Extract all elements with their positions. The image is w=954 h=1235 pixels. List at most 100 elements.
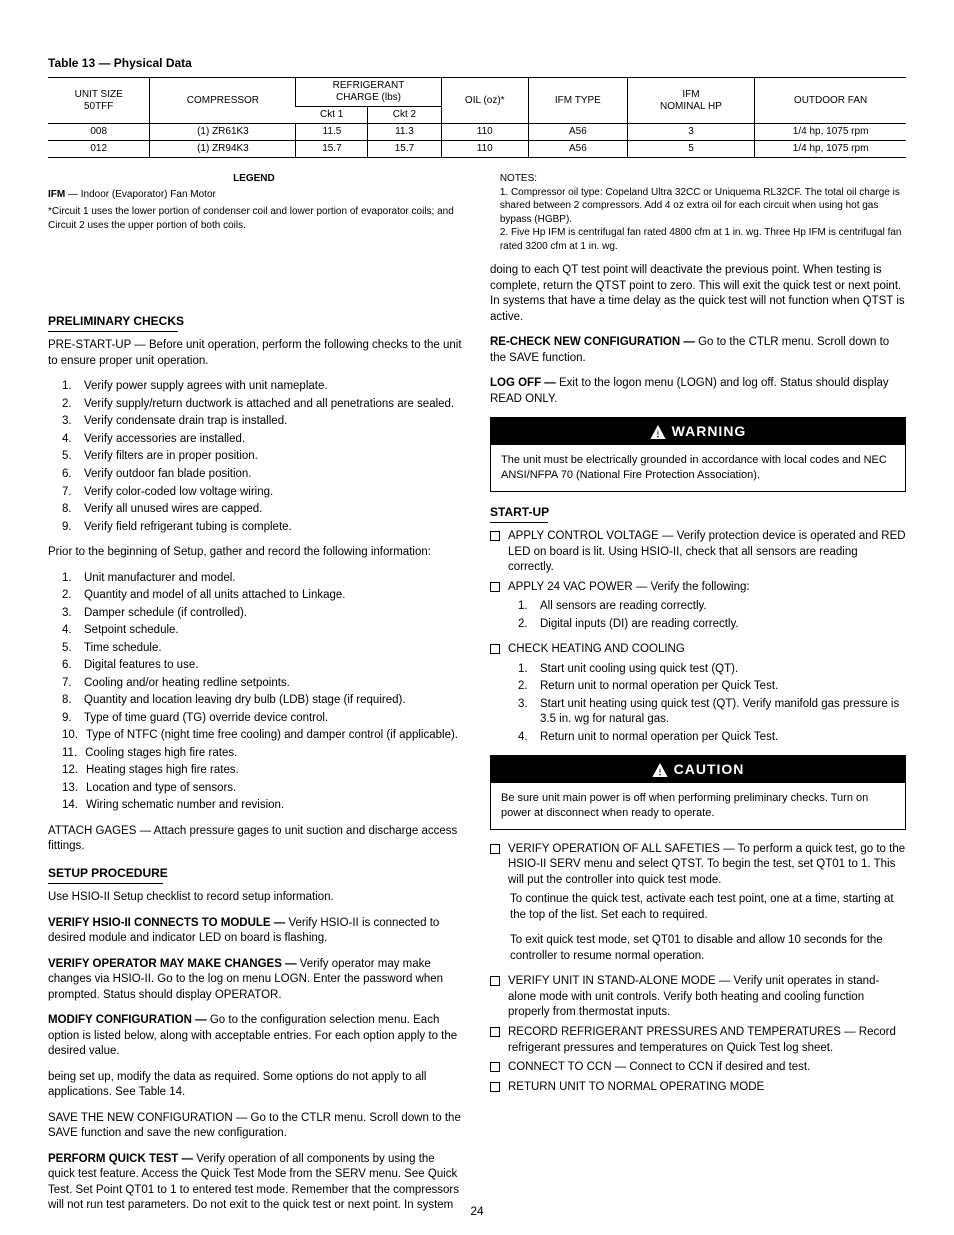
table-title: Table 13 — Physical Data: [48, 55, 906, 71]
list-item: 9.Type of time guard (TG) override devic…: [62, 711, 464, 727]
legend-def: Indoor (Evaporator) Fan Motor: [81, 189, 216, 200]
table-row: 008 (1) ZR61K3 11.5 11.3 110 A56 3 1/4 h…: [48, 124, 906, 141]
cell: A56: [528, 124, 627, 141]
check-item: APPLY CONTROL VOLTAGE — Verify protectio…: [490, 529, 906, 576]
check-item: CHECK HEATING AND COOLING: [490, 642, 906, 658]
list-item: 4.Verify accessories are installed.: [62, 432, 464, 448]
list-item: 1.Start unit cooling using quick test (Q…: [518, 662, 906, 678]
cell: 15.7: [296, 141, 368, 158]
footnote: *Circuit 1 uses the lower portion of con…: [48, 205, 460, 232]
list-item: 1.All sensors are reading correctly.: [518, 599, 906, 615]
check-item: APPLY 24 VAC POWER — Verify the followin…: [490, 580, 906, 596]
list-item: 2.Quantity and model of all units attach…: [62, 588, 464, 604]
list-item: 11.Cooling stages high fire rates.: [62, 746, 464, 762]
list-item: 2.Verify supply/return ductwork is attac…: [62, 397, 464, 413]
list-item: 5.Verify filters are in proper position.: [62, 449, 464, 465]
caution-label: CAUTION: [674, 760, 745, 779]
col-compressor: COMPRESSOR: [150, 78, 296, 124]
list-item: 6.Verify outdoor fan blade position.: [62, 467, 464, 483]
section-setup: SETUP PROCEDURE: [48, 865, 464, 881]
list-item: 1.Unit manufacturer and model.: [62, 571, 464, 587]
cell: 11.3: [368, 124, 441, 141]
col-oil: OIL (oz)*: [441, 78, 528, 124]
legend-abbr: IFM: [48, 189, 65, 200]
cell: 012: [48, 141, 150, 158]
col-unit-size: UNIT SIZE 50TFF: [48, 78, 150, 124]
prelim-p1: PRE-START-UP — Before unit operation, pe…: [48, 338, 464, 369]
list-item: 9.Verify field refrigerant tubing is com…: [62, 520, 464, 536]
caution-text: Be sure unit main power is off when perf…: [491, 783, 905, 829]
physical-data-table: UNIT SIZE 50TFF COMPRESSOR REFRIGERANT C…: [48, 77, 906, 158]
cell: 1/4 hp, 1075 rpm: [755, 141, 906, 158]
list-item: 1.Verify power supply agrees with unit n…: [62, 379, 464, 395]
col-ckt2: Ckt 2: [368, 107, 441, 124]
cell: 3: [627, 124, 754, 141]
list-item: 6.Digital features to use.: [62, 658, 464, 674]
warning-icon: [650, 425, 666, 439]
list-item: 13.Location and type of sensors.: [62, 781, 464, 797]
list-item: 12.Heating stages high fire rates.: [62, 763, 464, 779]
cell: A56: [528, 141, 627, 158]
warning-label: WARNING: [672, 422, 747, 441]
cell: 110: [441, 124, 528, 141]
notes-label: NOTES:: [500, 172, 906, 186]
setup-p2: VERIFY HSIO-II CONNECTS TO MODULE — Veri…: [48, 916, 464, 947]
section-startup: START-UP: [490, 504, 906, 520]
warning-box: WARNING The unit must be electrically gr…: [490, 417, 906, 492]
col2-p2: SAVE THE NEW CONFIGURATION — Go to the C…: [48, 1111, 464, 1142]
prelim-list-2: 1.Unit manufacturer and model. 2.Quantit…: [62, 571, 464, 814]
two-column-body: PRELIMINARY CHECKS PRE-START-UP — Before…: [48, 263, 906, 1223]
note-2: 2. Five Hp IFM is centrifugal fan rated …: [500, 226, 906, 253]
caution-icon: [652, 763, 668, 777]
list-item: 7.Verify color-coded low voltage wiring.: [62, 485, 464, 501]
cell: 15.7: [368, 141, 441, 158]
cell: 5: [627, 141, 754, 158]
col-ckt1: Ckt 1: [296, 107, 368, 124]
cell: 11.5: [296, 124, 368, 141]
setup-p1: Use HSIO-II Setup checklist to record se…: [48, 890, 464, 906]
list-item: 2.Return unit to normal operation per Qu…: [518, 679, 906, 695]
cell: (1) ZR94K3: [150, 141, 296, 158]
list-item: 4.Setpoint schedule.: [62, 623, 464, 639]
cell: (1) ZR61K3: [150, 124, 296, 141]
post-p2: To continue the quick test, activate eac…: [510, 892, 906, 923]
page-number: 24: [0, 1203, 954, 1219]
warning-text: The unit must be electrically grounded i…: [491, 445, 905, 491]
col2-p5: LOG OFF — Exit to the logon menu (LOGN) …: [490, 376, 906, 407]
list-item: 3.Damper schedule (if controlled).: [62, 606, 464, 622]
prelim-p2: Prior to the beginning of Setup, gather …: [48, 545, 464, 561]
cell: 110: [441, 141, 528, 158]
list-item: 14.Wiring schematic number and revision.: [62, 798, 464, 814]
col-refrig-charge: REFRIGERANT CHARGE (lbs): [296, 78, 441, 107]
list-item: 8.Verify all unused wires are capped.: [62, 502, 464, 518]
prelim-p3: ATTACH GAGES — Attach pressure gages to …: [48, 824, 464, 855]
check-item: VERIFY OPERATION OF ALL SAFETIES — To pe…: [490, 842, 906, 889]
list-item: 10.Type of NTFC (night time free cooling…: [62, 728, 464, 744]
prelim-list-1: 1.Verify power supply agrees with unit n…: [62, 379, 464, 535]
col2-p1: being set up, modify the data as require…: [48, 1070, 464, 1101]
legend-label: LEGEND: [48, 172, 460, 186]
check-item: CONNECT TO CCN — Connect to CCN if desir…: [490, 1060, 906, 1076]
note-1: 1. Compressor oil type: Copeland Ultra 3…: [500, 186, 906, 227]
list-item: 3.Verify condensate drain trap is instal…: [62, 414, 464, 430]
caution-box: CAUTION Be sure unit main power is off w…: [490, 755, 906, 830]
table-row: 012 (1) ZR94K3 15.7 15.7 110 A56 5 1/4 h…: [48, 141, 906, 158]
list-item: 4.Return unit to normal operation per Qu…: [518, 730, 906, 746]
post-p3: To exit quick test mode, set QT01 to dis…: [510, 933, 906, 964]
list-item: 7.Cooling and/or heating redline setpoin…: [62, 676, 464, 692]
list-item: 8.Quantity and location leaving dry bulb…: [62, 693, 464, 709]
cell: 008: [48, 124, 150, 141]
cell: 1/4 hp, 1075 rpm: [755, 124, 906, 141]
col-ifm-type: IFM TYPE: [528, 78, 627, 124]
setup-p3: VERIFY OPERATOR MAY MAKE CHANGES — Verif…: [48, 957, 464, 1004]
setup-p4: MODIFY CONFIGURATION — Go to the configu…: [48, 1013, 464, 1060]
check-item: VERIFY UNIT IN STAND-ALONE MODE — Verify…: [490, 974, 906, 1021]
list-item: 2.Digital inputs (DI) are reading correc…: [518, 617, 906, 633]
col-ifm-hp: IFM NOMINAL HP: [627, 78, 754, 124]
warning-header: WARNING: [491, 418, 905, 445]
check-item: RETURN UNIT TO NORMAL OPERATING MODE: [490, 1080, 906, 1096]
check-item: RECORD REFRIGERANT PRESSURES AND TEMPERA…: [490, 1025, 906, 1056]
section-preliminary: PRELIMINARY CHECKS: [48, 313, 464, 329]
col2-p4: RE-CHECK NEW CONFIGURATION — Go to the C…: [490, 335, 906, 366]
col-outdoor-fan: OUTDOOR FAN: [755, 78, 906, 124]
